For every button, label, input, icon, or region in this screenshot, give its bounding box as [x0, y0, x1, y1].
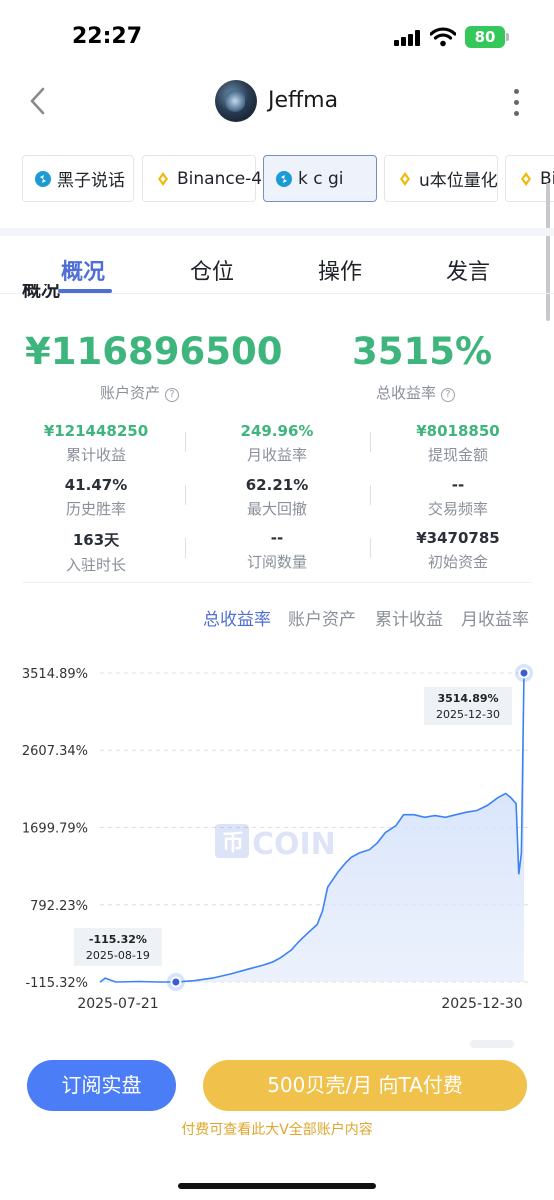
chart-tab-monthly[interactable]: 月收益率 [461, 605, 529, 630]
assets-value: ¥116896500 [25, 330, 283, 373]
chart-tab-total-return[interactable]: 总收益率 [203, 605, 271, 630]
battery-icon: 80 [465, 26, 505, 48]
chart-tab-assets[interactable]: 账户资产 [288, 605, 356, 630]
divider [185, 538, 186, 558]
wifi-icon [430, 27, 456, 47]
account-chip[interactable]: 黑子说话 [22, 155, 134, 202]
return-chart[interactable]: 币 COIN 3514.89% 2607.34% 1699.79% 792.23% -1… [0, 640, 554, 1020]
divider [185, 485, 186, 505]
tooltip-date: 2025-08-19 [86, 949, 150, 962]
pay-button[interactable]: 500贝壳/月 向TA付费 [203, 1060, 527, 1111]
divider [185, 432, 186, 452]
tooltip-value: 3514.89% [437, 692, 498, 705]
tab-bar: 概况 仓位 操作 发言 [0, 238, 554, 294]
y-tick-label: -115.32% [25, 976, 88, 991]
section-divider [0, 228, 554, 236]
account-chip[interactable]: u本位量化 [384, 155, 498, 202]
stat-initial-capital: ¥3470785 初始资金 [416, 529, 500, 571]
account-chip[interactable]: Binance-4 [142, 155, 262, 202]
status-time: 22:27 [72, 24, 143, 49]
info-icon[interactable]: ? [165, 388, 180, 402]
cellular-signal-icon [394, 30, 420, 46]
assets-label: 账户资产? [100, 382, 180, 403]
username: Jeffma [268, 88, 339, 113]
profile-header: Jeffma [0, 72, 554, 132]
card-edge [470, 1040, 514, 1048]
account-chip-label: u本位量化 [419, 171, 498, 191]
stat-win-rate: 41.47% 历史胜率 [64, 476, 128, 518]
svg-text:币: 币 [222, 831, 244, 856]
tab-operations[interactable]: 操作 [318, 254, 362, 286]
y-tick-label: 2607.34% [22, 744, 88, 759]
exchange-logo-icon [35, 170, 51, 187]
chevron-left-icon[interactable] [24, 86, 54, 116]
avatar[interactable] [215, 80, 257, 122]
coin-watermark: 币 COIN [215, 824, 336, 862]
stat-trade-frequency: -- 交易频率 [427, 476, 488, 518]
binance-diamond-icon [158, 171, 168, 186]
home-indicator[interactable] [178, 1183, 376, 1189]
stat-days-joined: 163天 入驻时长 [65, 531, 126, 574]
divider [370, 432, 371, 452]
exchange-logo-icon [276, 170, 292, 187]
divider [22, 582, 532, 583]
binance-diamond-icon [400, 171, 410, 186]
tab-positions[interactable]: 仓位 [190, 254, 234, 286]
battery-tip [506, 33, 509, 41]
x-tick-label: 2025-12-30 [441, 996, 522, 1012]
subscribe-button[interactable]: 订阅实盘 [27, 1060, 176, 1111]
chart-tab-cumulative[interactable]: 累计收益 [375, 605, 443, 630]
divider [370, 485, 371, 505]
account-chip-label: 黑子说话 [57, 171, 125, 191]
tooltip-date: 2025-12-30 [436, 708, 500, 721]
highlight-point[interactable] [170, 976, 182, 988]
svg-text:COIN: COIN [252, 827, 336, 862]
tab-overview[interactable]: 概况 [61, 254, 105, 286]
tooltip-value: -115.32% [89, 933, 147, 946]
stat-cumulative-profit: ¥121448250 累计收益 [43, 422, 149, 464]
more-vertical-icon[interactable] [508, 86, 524, 118]
divider [370, 538, 371, 558]
account-chip[interactable]: k c gi [263, 155, 377, 202]
info-icon[interactable]: ? [441, 388, 456, 402]
stat-monthly-return: 249.96% 月收益率 [240, 422, 314, 464]
pay-note: 付费可查看此大V全部账户内容 [181, 1122, 373, 1138]
account-chip-list: 黑子说话 Binance-4 k c gi u本位量化 Bin [22, 155, 554, 203]
stat-max-drawdown: 62.21% 最大回撤 [245, 476, 309, 518]
total-return-label: 总收益率? [376, 382, 456, 403]
y-tick-label: 1699.79% [22, 821, 88, 836]
status-bar: 22:27 80 [0, 0, 554, 70]
x-tick-label: 2025-07-21 [77, 996, 158, 1012]
y-tick-label: 3514.89% [22, 667, 88, 682]
account-chip-label: k c gi [298, 168, 344, 189]
y-tick-label: 792.23% [30, 899, 88, 914]
binance-diamond-icon [521, 171, 531, 186]
section-heading: 概况 [22, 284, 61, 298]
stat-subscribers: -- 订阅数量 [246, 529, 307, 571]
total-return-value: 3515% [352, 330, 493, 373]
stat-withdrawal: ¥8018850 提现金额 [416, 422, 500, 464]
highlight-point[interactable] [518, 667, 530, 679]
account-chip-label: Binance-4 [177, 168, 263, 189]
tab-posts[interactable]: 发言 [446, 254, 490, 286]
